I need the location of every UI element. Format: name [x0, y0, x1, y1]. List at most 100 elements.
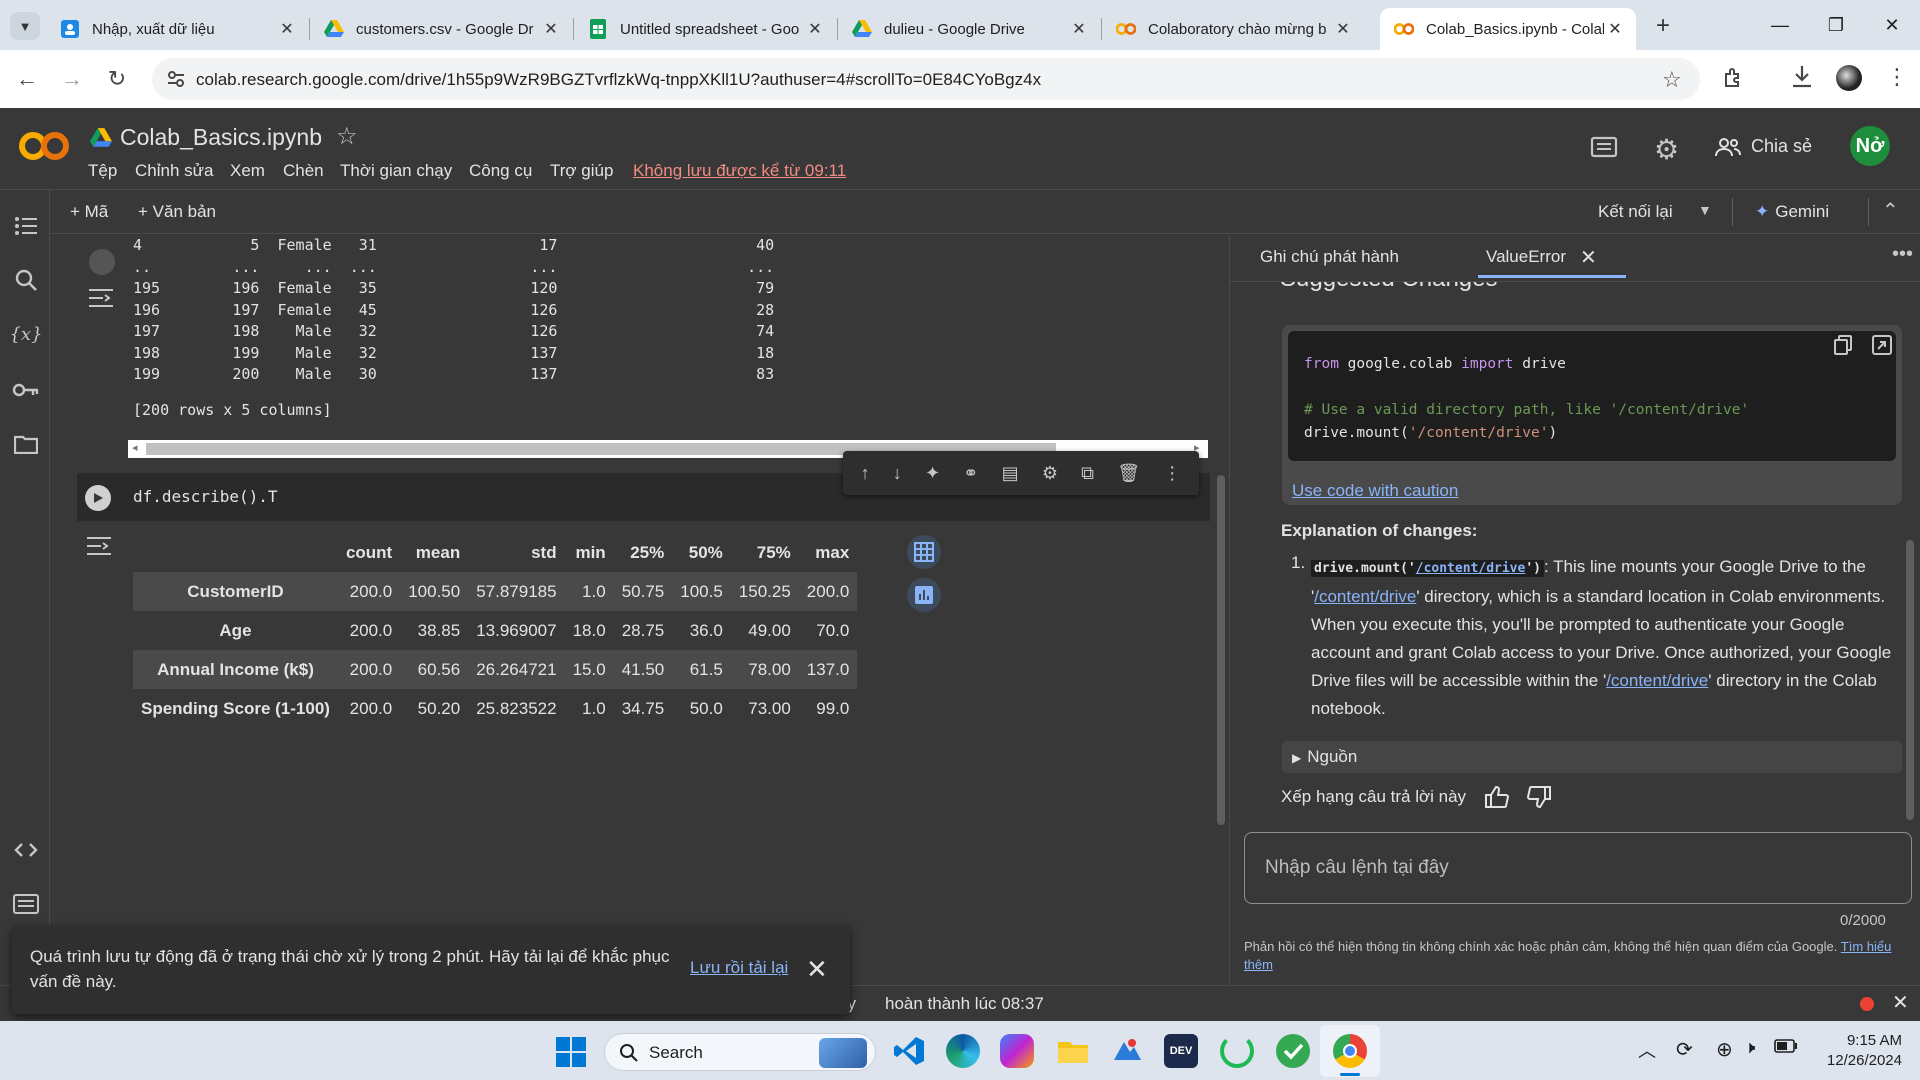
- restore-icon[interactable]: ❐: [1808, 0, 1864, 50]
- dev-home-icon[interactable]: DEV: [1164, 1034, 1198, 1068]
- folder-icon[interactable]: [12, 430, 40, 458]
- suggest-chart-icon[interactable]: [907, 578, 941, 612]
- convert-to-table-icon[interactable]: [907, 535, 941, 569]
- chevron-down-icon[interactable]: ▼: [1698, 202, 1712, 218]
- minimize-icon[interactable]: —: [1752, 0, 1808, 50]
- menu-tools[interactable]: Công cụ: [469, 161, 532, 181]
- more-vert-icon[interactable]: ⋮: [1163, 463, 1181, 484]
- copilot-icon[interactable]: [1000, 1034, 1034, 1068]
- notebook-scrollbar[interactable]: [1214, 235, 1228, 831]
- close-icon[interactable]: ✕: [540, 18, 562, 40]
- output-options-icon[interactable]: [87, 287, 115, 309]
- menu-view[interactable]: Xem: [230, 161, 265, 181]
- content-drive-link[interactable]: /content/drive: [1314, 587, 1416, 606]
- key-icon[interactable]: [12, 376, 40, 404]
- share-button[interactable]: Chia sẻ: [1715, 136, 1812, 157]
- sources-expander[interactable]: ▶ Nguồn: [1282, 741, 1902, 773]
- close-icon[interactable]: ✕: [1068, 18, 1090, 40]
- notebook-title[interactable]: Colab_Basics.ipynb: [120, 124, 322, 151]
- new-tab-icon[interactable]: +: [1648, 12, 1678, 40]
- settings-gear-icon[interactable]: ⚙: [1042, 463, 1058, 484]
- download-icon[interactable]: [1790, 64, 1814, 90]
- add-code-button[interactable]: + Mã: [70, 202, 108, 222]
- vscode-icon[interactable]: [892, 1034, 926, 1068]
- close-icon[interactable]: ✕: [1332, 18, 1354, 40]
- comments-icon[interactable]: [1590, 136, 1618, 162]
- file-explorer-icon[interactable]: [1056, 1034, 1090, 1068]
- run-cell-icon[interactable]: [89, 249, 115, 275]
- tab-release-notes[interactable]: Ghi chú phát hành: [1260, 247, 1399, 267]
- window-close-icon[interactable]: ✕: [1864, 0, 1920, 50]
- menu-help[interactable]: Trợ giúp: [550, 161, 613, 181]
- close-icon[interactable]: ✕: [1892, 990, 1909, 1015]
- copy-icon[interactable]: [1834, 335, 1852, 355]
- browser-tab-2[interactable]: customers.csv - Google Dr ✕: [310, 8, 572, 50]
- loading-app-icon[interactable]: [1220, 1034, 1254, 1068]
- taskbar-clock[interactable]: 9:15 AM 12/26/2024: [1816, 1031, 1902, 1071]
- close-icon[interactable]: ✕: [1604, 18, 1626, 40]
- globe-icon[interactable]: ⊕: [1716, 1037, 1733, 1062]
- chrome-icon[interactable]: [1333, 1034, 1367, 1068]
- browser-tab-4[interactable]: dulieu - Google Drive ✕: [838, 8, 1100, 50]
- search-icon[interactable]: [12, 266, 40, 294]
- gemini-prompt-input[interactable]: Nhập câu lệnh tại đây: [1244, 832, 1912, 904]
- gemini-button[interactable]: ✦ Gemini: [1755, 202, 1829, 222]
- profile-avatar[interactable]: [1836, 65, 1862, 91]
- code-link[interactable]: /content/drive: [1416, 561, 1526, 576]
- colab-logo[interactable]: [18, 130, 70, 162]
- battery-icon[interactable]: [1774, 1039, 1798, 1053]
- menu-file[interactable]: Tệp: [88, 161, 117, 181]
- move-up-icon[interactable]: ↑: [861, 463, 870, 484]
- run-cell-button[interactable]: [85, 485, 111, 511]
- chrome-menu-icon[interactable]: ⋮: [1886, 64, 1908, 90]
- browser-tab-3[interactable]: Untitled spreadsheet - Goo ✕: [574, 8, 836, 50]
- checklist-app-icon[interactable]: [1276, 1034, 1310, 1068]
- unsaved-notice[interactable]: Không lưu được kể từ 09:11: [633, 161, 846, 181]
- scrollbar-thumb[interactable]: [1217, 475, 1225, 825]
- edge-icon[interactable]: [946, 1034, 980, 1068]
- save-and-reload-button[interactable]: Lưu rồi tải lại: [690, 958, 788, 978]
- forward-icon[interactable]: →: [55, 62, 89, 96]
- sync-icon[interactable]: ⟳: [1676, 1037, 1693, 1062]
- code-snippets-icon[interactable]: [12, 836, 40, 864]
- back-icon[interactable]: ←: [10, 62, 44, 96]
- browser-tab-1[interactable]: Nhập, xuất dữ liệu ✕: [46, 8, 308, 50]
- close-icon[interactable]: ✕: [276, 18, 298, 40]
- tab-search-icon[interactable]: ▼: [10, 12, 40, 40]
- close-icon[interactable]: ✕: [806, 954, 828, 985]
- menu-runtime[interactable]: Thời gian chạy: [340, 161, 452, 181]
- reload-icon[interactable]: ↻: [100, 62, 134, 96]
- star-icon[interactable]: ☆: [336, 122, 358, 151]
- link-icon[interactable]: ⚭: [963, 463, 978, 484]
- table-of-contents-icon[interactable]: [12, 212, 40, 240]
- drive-icon[interactable]: [90, 128, 112, 148]
- content-drive-link[interactable]: /content/drive: [1606, 671, 1708, 690]
- mirror-cell-icon[interactable]: ⧉: [1081, 463, 1094, 484]
- windows-start-icon[interactable]: [556, 1037, 586, 1067]
- site-settings-icon[interactable]: [166, 69, 186, 89]
- use-code-with-caution-link[interactable]: Use code with caution: [1292, 481, 1458, 501]
- more-horiz-icon[interactable]: •••: [1892, 243, 1913, 266]
- menu-edit[interactable]: Chỉnh sửa: [135, 161, 213, 181]
- bookmark-star-icon[interactable]: ☆: [1662, 67, 1682, 93]
- close-icon[interactable]: ✕: [804, 18, 826, 40]
- browser-tab-5[interactable]: Colaboratory chào mừng b ✕: [1102, 8, 1364, 50]
- menu-insert[interactable]: Chèn: [283, 161, 324, 181]
- thumbs-up-icon[interactable]: [1484, 785, 1510, 809]
- close-icon[interactable]: ✕: [1580, 245, 1597, 270]
- variables-icon[interactable]: {x}: [9, 320, 42, 348]
- panel-scrollbar[interactable]: [1906, 540, 1914, 820]
- insert-code-icon[interactable]: [1872, 335, 1892, 355]
- chevron-up-icon[interactable]: ︿: [1638, 1037, 1656, 1063]
- extensions-icon[interactable]: [1722, 66, 1746, 90]
- sparkle-icon[interactable]: ✦: [925, 463, 940, 484]
- comment-icon[interactable]: ▤: [1002, 463, 1019, 484]
- scroll-left-icon[interactable]: ◂: [132, 441, 138, 454]
- delete-icon[interactable]: 🗑: [1117, 463, 1140, 484]
- tab-valueerror[interactable]: ValueError: [1486, 247, 1566, 267]
- volume-muted-icon[interactable]: 🕨: [1744, 1037, 1755, 1058]
- add-text-button[interactable]: + Văn bản: [138, 202, 216, 222]
- browser-tab-6-active[interactable]: Colab_Basics.ipynb - Colab ✕: [1380, 8, 1636, 50]
- avatar[interactable]: Nở: [1850, 126, 1890, 166]
- chevron-up-icon[interactable]: ⌃: [1882, 198, 1899, 223]
